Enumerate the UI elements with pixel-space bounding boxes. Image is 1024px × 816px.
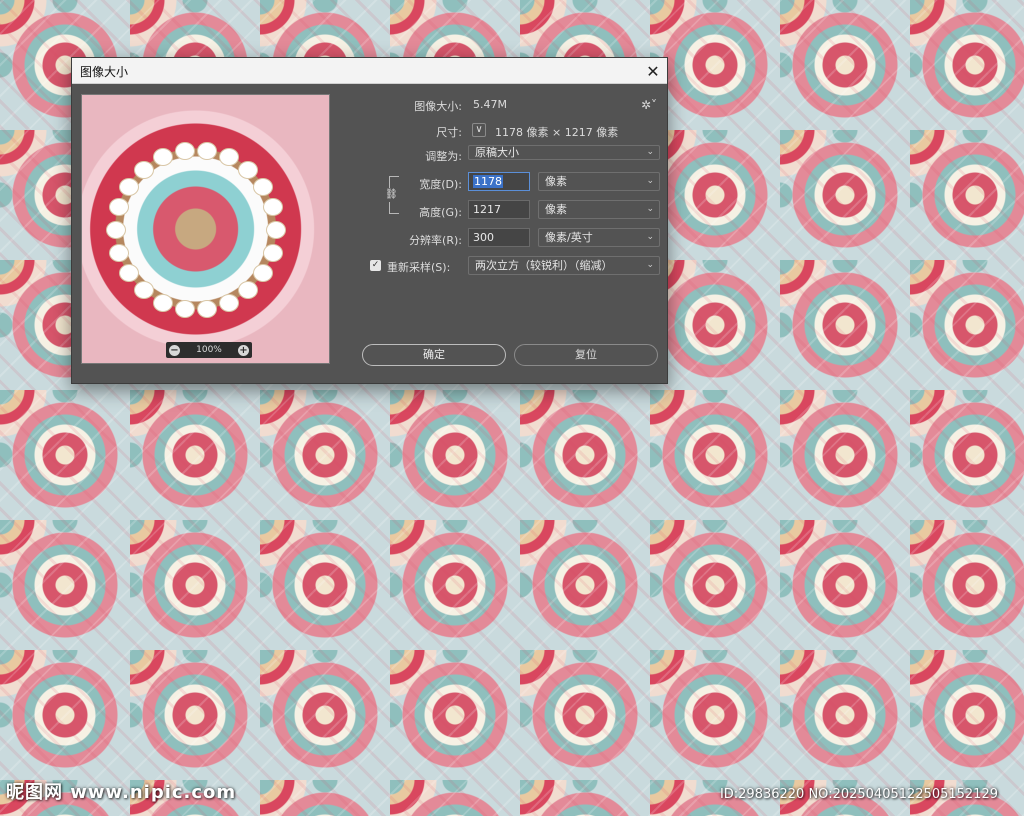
watermark-id: ID:29836220 NO:20250405122505152129 xyxy=(719,787,998,802)
preview-bead xyxy=(152,148,173,167)
height-label: 高度(G): xyxy=(419,206,462,219)
preview-bead xyxy=(106,221,126,239)
zoom-level: 100% xyxy=(196,345,222,355)
fit-to-select[interactable]: 原稿大小 ⌄ xyxy=(468,145,660,160)
preview-bead xyxy=(109,243,130,262)
width-unit-select[interactable]: 像素 ⌄ xyxy=(538,172,660,191)
preview-bead xyxy=(219,293,240,312)
chevron-down-icon: ⌄ xyxy=(646,232,654,242)
height-unit: 像素 xyxy=(545,203,567,216)
zoom-control: − 100% + xyxy=(166,342,252,358)
width-input[interactable]: 1178 xyxy=(468,172,530,191)
watermark-logo: 昵图网 www.nipic.com xyxy=(6,782,237,803)
fit-to-label: 调整为: xyxy=(425,150,462,163)
chevron-down-icon: ⌄ xyxy=(646,176,654,186)
dimensions-value: 1178 像素 × 1217 像素 xyxy=(495,126,619,139)
close-icon[interactable]: ✕ xyxy=(639,58,667,84)
preview-bead xyxy=(262,243,283,262)
resample-value: 两次立方（较锐利）（缩减） xyxy=(475,259,613,272)
image-size-value: 5.47M xyxy=(473,98,507,111)
chevron-down-icon: ⌄ xyxy=(646,147,654,157)
height-input[interactable]: 1217 xyxy=(468,200,530,219)
dimensions-toggle-icon[interactable]: ∨ xyxy=(472,123,486,137)
preview-bead xyxy=(253,177,274,196)
width-value: 1178 xyxy=(473,175,503,188)
title-bar: 图像大小 ✕ xyxy=(72,58,667,84)
resolution-unit: 像素/英寸 xyxy=(545,231,593,244)
image-size-label: 图像大小: xyxy=(414,100,462,113)
reset-button[interactable]: 复位 xyxy=(514,344,658,366)
preview-bead xyxy=(266,221,286,239)
preview-bead xyxy=(238,160,259,179)
image-preview[interactable]: − 100% + xyxy=(81,94,330,364)
preview-bead xyxy=(174,300,195,319)
resolution-input[interactable]: 300 xyxy=(468,228,530,247)
height-value: 1217 xyxy=(473,203,501,216)
fit-to-value: 原稿大小 xyxy=(475,146,519,159)
chevron-down-icon: ⌄ xyxy=(646,204,654,214)
preview-bead xyxy=(152,293,173,312)
resample-label: 重新采样(S): xyxy=(387,261,451,274)
resolution-value: 300 xyxy=(473,231,494,244)
preview-bead xyxy=(118,264,139,283)
chevron-down-icon: ⌄ xyxy=(646,260,654,270)
resample-select[interactable]: 两次立方（较锐利）（缩减） ⌄ xyxy=(468,256,660,275)
resolution-label: 分辨率(R): xyxy=(409,234,462,247)
resolution-unit-select[interactable]: 像素/英寸 ⌄ xyxy=(538,228,660,247)
resample-checkbox[interactable]: ✓ xyxy=(370,260,381,271)
height-unit-select[interactable]: 像素 ⌄ xyxy=(538,200,660,219)
image-size-dialog: 图像大小 ✕ − 100% + 图像大小: 5.47M ✲˅ 尺寸: ∨ 117… xyxy=(71,57,668,384)
preview-bead xyxy=(133,160,154,179)
width-label: 宽度(D): xyxy=(419,178,462,191)
ok-button[interactable]: 确定 xyxy=(362,344,506,366)
zoom-out-icon[interactable]: − xyxy=(169,344,180,356)
preview-bead xyxy=(118,177,139,196)
gear-icon[interactable]: ✲˅ xyxy=(641,98,657,112)
dialog-title: 图像大小 xyxy=(80,65,129,79)
dimensions-label: 尺寸: xyxy=(436,126,462,139)
preview-bead xyxy=(174,141,195,160)
zoom-in-icon[interactable]: + xyxy=(237,344,249,356)
width-unit: 像素 xyxy=(545,175,567,188)
